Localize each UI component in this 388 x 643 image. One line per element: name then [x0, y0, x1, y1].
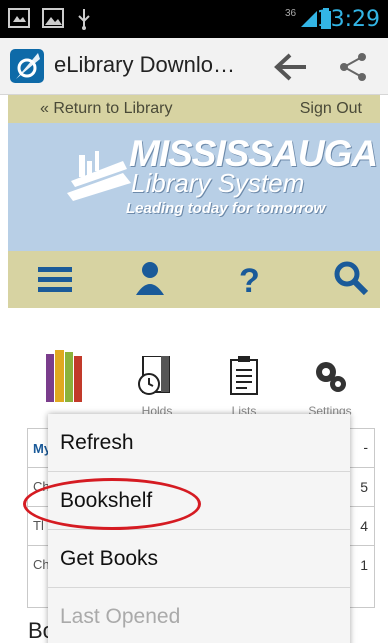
share-icon[interactable]	[338, 52, 370, 82]
search-icon[interactable]	[334, 261, 368, 295]
app-logo-icon[interactable]	[10, 49, 44, 83]
web-icon-bar: ?	[8, 251, 380, 308]
table-row-right: 1	[360, 557, 368, 573]
lists-icon	[230, 356, 258, 395]
banner-tagline: Leading today for tomorrow	[126, 200, 326, 217]
svg-text:?: ?	[239, 262, 260, 297]
status-bar: 36 13:29	[0, 0, 388, 38]
sign-out-link[interactable]: Sign Out	[300, 100, 362, 118]
menu-item-refresh[interactable]: Refresh	[48, 414, 350, 472]
table-row-right: 5	[360, 479, 368, 495]
library-logo-icon	[67, 151, 131, 201]
usb-icon	[78, 9, 90, 30]
library-banner: MISSISSAUGA Library System Leading today…	[8, 123, 380, 251]
notification-icon	[8, 8, 30, 28]
books-icon	[46, 350, 82, 402]
menu-item-get-books[interactable]: Get Books	[48, 530, 350, 588]
signal-label: 36	[285, 8, 297, 19]
status-time: 13:29	[316, 7, 380, 32]
back-arrow-icon[interactable]	[272, 52, 308, 82]
tool-lists[interactable]	[229, 356, 259, 401]
user-icon[interactable]	[134, 261, 166, 295]
image-icon	[42, 8, 64, 28]
table-header-right: -	[363, 439, 368, 455]
app-bar: eLibrary Downlo…	[0, 38, 388, 95]
return-to-library-link[interactable]: « Return to Library	[40, 100, 173, 118]
menu-icon[interactable]	[38, 265, 72, 295]
highlight-circle	[23, 478, 201, 530]
holds-icon	[138, 355, 170, 395]
tool-settings[interactable]	[312, 358, 348, 399]
tool-books[interactable]	[46, 348, 82, 409]
menu-item-label: Last Opened	[60, 605, 181, 628]
settings-icon	[316, 362, 346, 392]
menu-item-last-opened: Last Opened	[48, 588, 350, 643]
banner-subtitle: Library System	[131, 168, 305, 198]
help-icon[interactable]: ?	[236, 261, 262, 297]
signal-icon	[301, 11, 317, 27]
tool-holds[interactable]	[137, 355, 173, 401]
table-row-right: 4	[360, 518, 368, 534]
menu-item-label: Get Books	[60, 547, 159, 570]
menu-item-label: Refresh	[60, 431, 134, 454]
web-top-nav: « Return to Library Sign Out	[8, 95, 380, 123]
app-title: eLibrary Downlo…	[54, 52, 235, 77]
